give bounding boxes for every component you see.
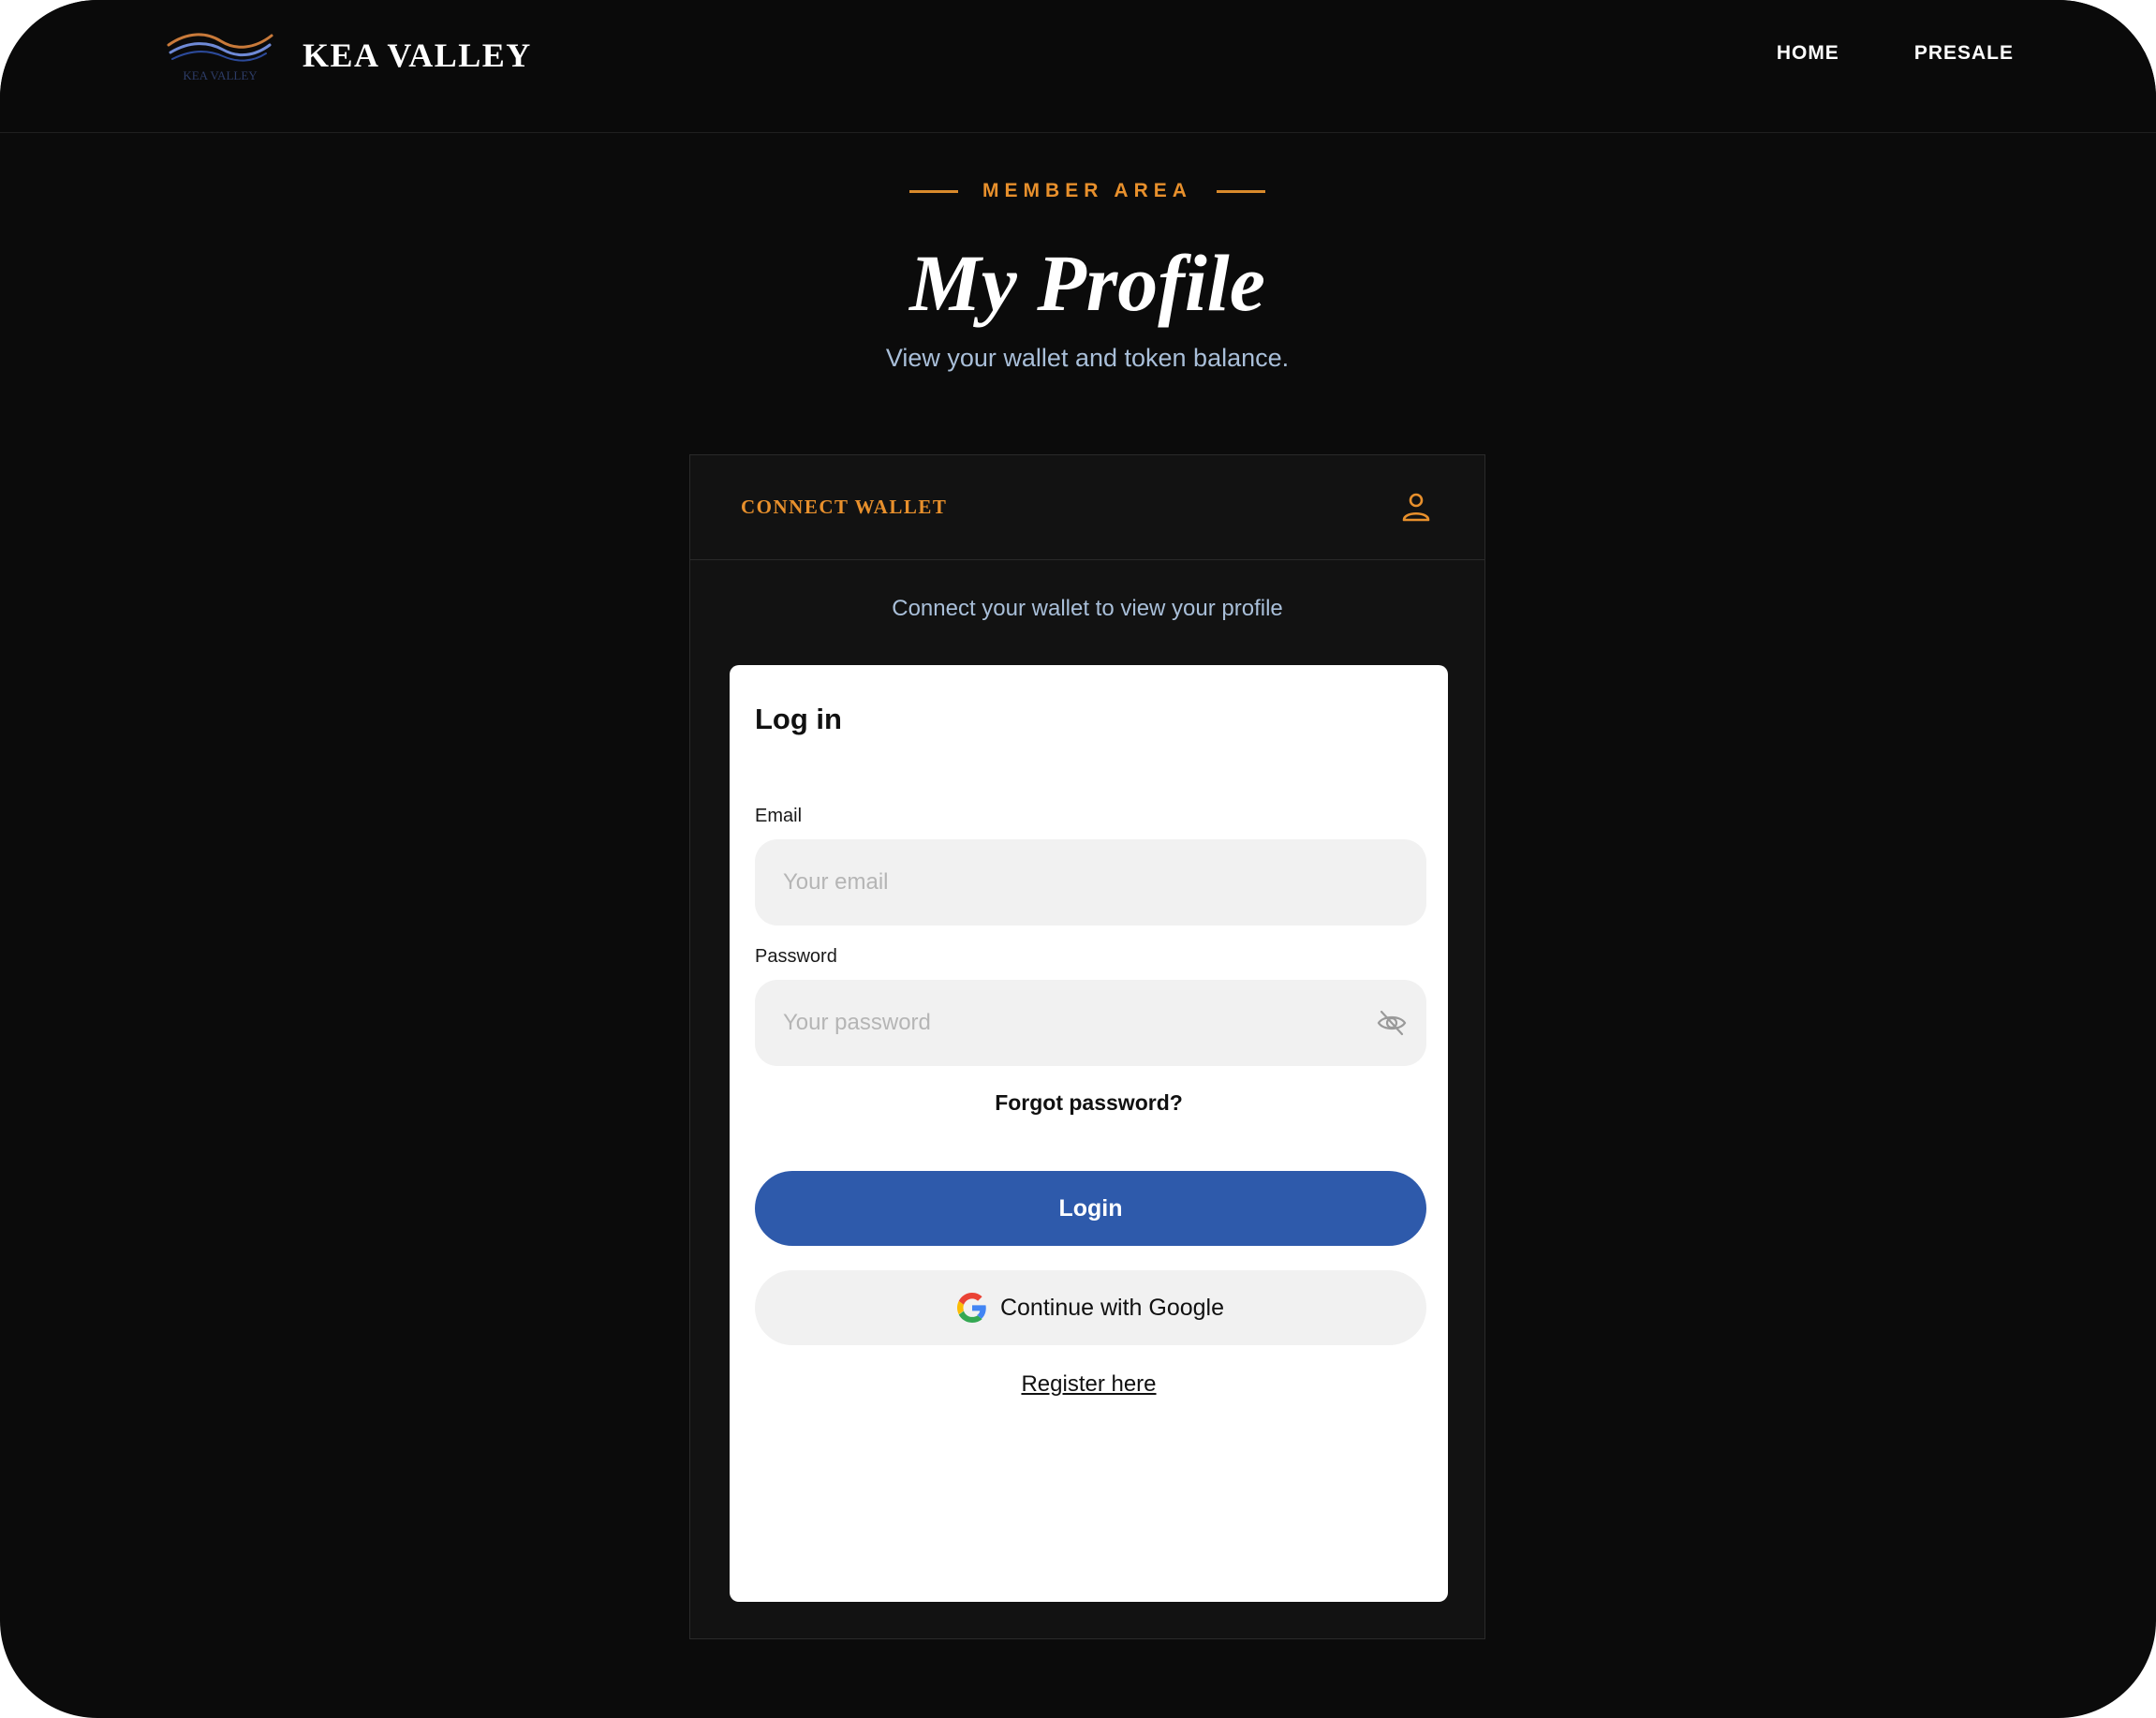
kea-valley-logo-icon[interactable]: KEA VALLEY xyxy=(165,24,275,86)
password-label: Password xyxy=(755,946,837,967)
password-field[interactable] xyxy=(755,980,1426,1066)
email-field-wrap xyxy=(755,839,1426,926)
logo-text: KEA VALLEY xyxy=(183,68,258,82)
page-subtitle: View your wallet and token balance. xyxy=(885,344,1290,372)
password-field-wrap xyxy=(755,980,1426,1066)
google-button-label: Continue with Google xyxy=(999,1294,1225,1321)
login-panel: Log in Email Password Forgot password? L… xyxy=(730,665,1448,1602)
forgot-password-link[interactable]: Forgot password? xyxy=(730,1090,1448,1116)
card-note: Connect your wallet to view your profile xyxy=(892,596,1283,621)
main-nav: HOME PRESALE xyxy=(1777,42,2014,65)
eye-off-icon[interactable] xyxy=(1376,1008,1408,1038)
app-window: KEA VALLEY KEA VALLEY HOME PRESALE MEMBE… xyxy=(0,0,2156,1718)
card-header: CONNECT WALLET xyxy=(690,455,1484,560)
nav-presale-link[interactable]: PRESALE xyxy=(1914,42,2014,65)
login-heading: Log in xyxy=(755,703,842,735)
site-header: KEA VALLEY KEA VALLEY HOME PRESALE xyxy=(0,0,2156,133)
card-title: CONNECT WALLET xyxy=(741,496,948,518)
email-label: Email xyxy=(755,806,803,826)
nav-home-link[interactable]: HOME xyxy=(1777,42,1839,65)
register-link[interactable]: Register here xyxy=(730,1371,1448,1398)
email-field[interactable] xyxy=(755,839,1426,926)
eyebrow-left-divider xyxy=(909,189,959,193)
google-icon xyxy=(956,1293,986,1323)
section-eyebrow: MEMBER AREA xyxy=(0,180,2156,202)
brand-name[interactable]: KEA VALLEY xyxy=(303,36,532,75)
page-title: My Profile xyxy=(909,238,1265,328)
user-icon xyxy=(1402,493,1430,522)
login-button[interactable]: Login xyxy=(755,1171,1426,1246)
connect-wallet-card: CONNECT WALLET Connect your wallet to vi… xyxy=(689,454,1485,1639)
eyebrow-right-divider xyxy=(1216,189,1265,193)
eyebrow-label: MEMBER AREA xyxy=(982,180,1192,201)
google-signin-button[interactable]: Continue with Google xyxy=(755,1270,1426,1345)
